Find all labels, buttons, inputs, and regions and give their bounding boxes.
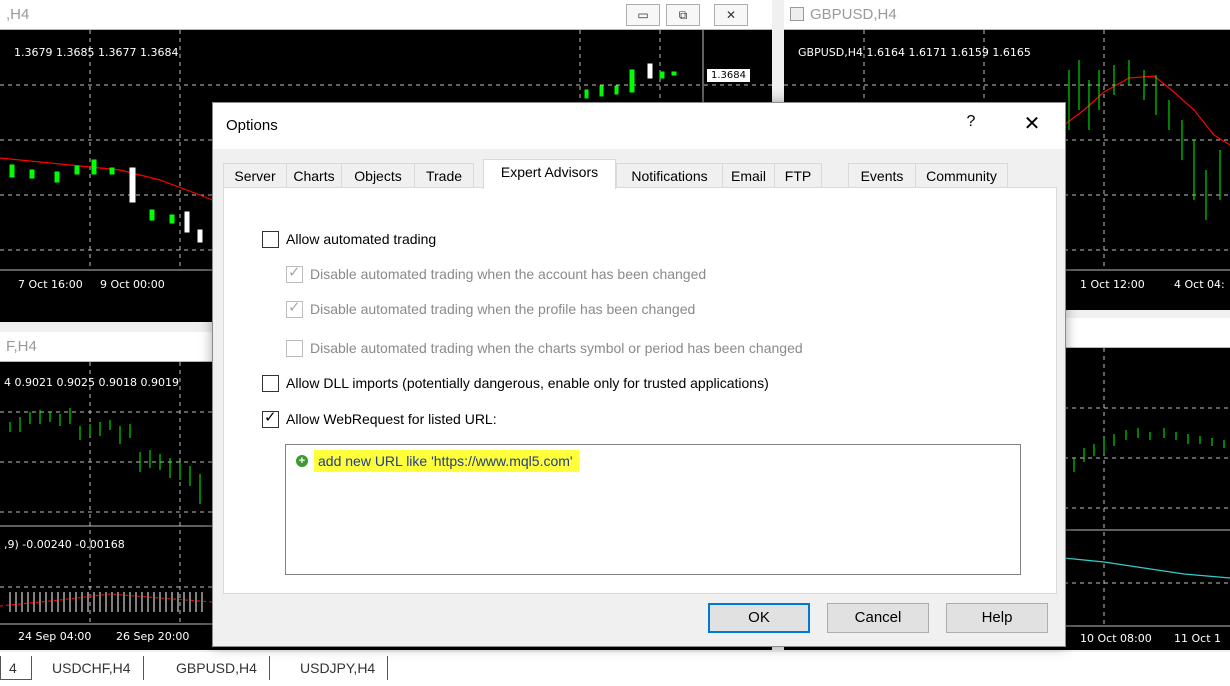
chart-tab-usdchf[interactable]: USDCHF,H4 bbox=[40, 656, 144, 680]
disable-on-account-change-checkbox: ✓ bbox=[286, 264, 303, 283]
option-label: Allow WebRequest for listed URL: bbox=[286, 411, 497, 427]
tab-ftp[interactable]: FTP bbox=[774, 163, 822, 188]
tab-events[interactable]: Events bbox=[848, 163, 916, 188]
chart-title-bar: GBPUSD,H4 bbox=[784, 0, 1230, 30]
checkmark-icon: ✓ bbox=[288, 299, 301, 316]
ohlc-readout: 1.3679 1.3685 1.3677 1.3684 bbox=[14, 46, 179, 59]
close-icon[interactable]: ✕ bbox=[1020, 111, 1044, 136]
tab-community[interactable]: Community bbox=[915, 163, 1008, 188]
chart-tab-strip: 4 USDCHF,H4 GBPUSD,H4 USDJPY,H4 bbox=[0, 652, 1230, 686]
current-price-tag: 1.3684 bbox=[706, 68, 751, 83]
checkmark-icon: ✓ bbox=[264, 409, 277, 426]
indicator-readout: ,9) -0.00240 -0.00168 bbox=[4, 538, 125, 551]
tab-notifications[interactable]: Notifications bbox=[616, 163, 723, 188]
chart-tab-gbpusd[interactable]: GBPUSD,H4 bbox=[164, 656, 270, 680]
allow-webrequest-checkbox[interactable]: ✓ bbox=[262, 409, 279, 428]
tab-expert-advisors[interactable]: Expert Advisors bbox=[483, 159, 616, 189]
dialog-title: Options bbox=[226, 117, 278, 134]
help-button[interactable]: Help bbox=[946, 603, 1048, 633]
option-label: Allow DLL imports (potentially dangerous… bbox=[286, 375, 769, 391]
restore-button[interactable]: ⧉ bbox=[666, 4, 700, 26]
ok-button[interactable]: OK bbox=[708, 603, 810, 633]
tab-trade[interactable]: Trade bbox=[414, 163, 474, 188]
time-label: 1 Oct 12:00 bbox=[1080, 278, 1145, 291]
chart-title: GBPUSD,H4 bbox=[810, 6, 897, 23]
allow-automated-trading-checkbox[interactable] bbox=[262, 231, 279, 248]
tab-charts[interactable]: Charts bbox=[286, 163, 342, 188]
ohlc-readout: GBPUSD,H4 1.6164 1.6171 1.6159 1.6165 bbox=[798, 46, 1031, 59]
chart-icon bbox=[790, 7, 804, 21]
add-icon: + bbox=[296, 455, 308, 467]
option-label: Disable automated trading when the profi… bbox=[310, 301, 696, 317]
chart-tab-usdjpy[interactable]: USDJPY,H4 bbox=[288, 656, 389, 680]
terminal-window: ,H4 ▭ ⧉ ✕ 1.3679 1.3685 1.3677 1.3684 1.… bbox=[0, 0, 1230, 686]
chart-tab[interactable]: 4 bbox=[0, 656, 32, 680]
disable-on-profile-change-checkbox: ✓ bbox=[286, 299, 303, 318]
minimize-button[interactable]: ▭ bbox=[626, 4, 660, 26]
option-label: Allow automated trading bbox=[286, 231, 437, 247]
option-label: Disable automated trading when the chart… bbox=[310, 340, 803, 356]
checkmark-icon: ✓ bbox=[288, 264, 301, 281]
time-label: 9 Oct 00:00 bbox=[100, 278, 165, 291]
disable-on-symbol-change-checkbox bbox=[286, 340, 303, 357]
close-chart-button[interactable]: ✕ bbox=[714, 4, 748, 26]
dialog-title-bar[interactable]: Options ? ✕ bbox=[213, 103, 1065, 149]
tab-email[interactable]: Email bbox=[722, 163, 775, 188]
time-label: 7 Oct 16:00 bbox=[18, 278, 83, 291]
ohlc-readout: 4 0.9021 0.9025 0.9018 0.9019 bbox=[4, 376, 179, 389]
time-label: 24 Sep 04:00 bbox=[18, 630, 92, 643]
time-label: 4 Oct 04: bbox=[1174, 278, 1225, 291]
tab-objects[interactable]: Objects bbox=[341, 163, 415, 188]
cancel-button[interactable]: Cancel bbox=[827, 603, 929, 633]
tab-server[interactable]: Server bbox=[223, 163, 287, 188]
option-label: Disable automated trading when the accou… bbox=[310, 266, 707, 282]
help-icon[interactable]: ? bbox=[961, 113, 981, 131]
options-dialog: Options ? ✕ Server Charts Objects Trade … bbox=[212, 102, 1066, 647]
time-label: 10 Oct 08:00 bbox=[1080, 632, 1152, 645]
allow-dll-imports-checkbox[interactable] bbox=[262, 375, 279, 392]
add-url-hint[interactable]: add new URL like 'https://www.mql5.com' bbox=[314, 450, 579, 472]
time-label: 26 Sep 20:00 bbox=[116, 630, 190, 643]
time-label: 11 Oct 1 bbox=[1174, 632, 1222, 645]
webrequest-url-list[interactable]: + add new URL like 'https://www.mql5.com… bbox=[285, 444, 1021, 575]
